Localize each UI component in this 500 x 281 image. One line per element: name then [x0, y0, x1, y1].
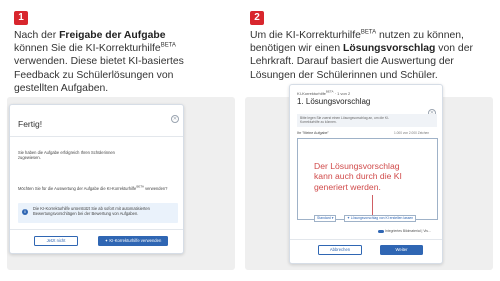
info-box: i Die KI-Korrekturhilfe unterstützt Sie …: [18, 203, 178, 223]
step-2-description: Um die KI-KorrekturhilfeBETA nutzen zu k…: [250, 29, 473, 81]
dialog-heading: 1. Lösungsvorschlag: [297, 97, 371, 106]
field-label: Ihr "Meine Aufgabe": [297, 131, 329, 135]
note-box: Bitte legen Sie zuerst einen Lösungsvors…: [297, 114, 437, 127]
toggle-icon: [378, 229, 384, 233]
divider: [10, 229, 183, 230]
ai-question: Möchten Sie für die Auswertung der Aufga…: [18, 184, 168, 191]
not-now-button[interactable]: Jetzt nicht: [34, 236, 78, 246]
step-2-badge: 2: [250, 11, 264, 25]
cancel-button[interactable]: Abbrechen: [318, 245, 362, 255]
step-1-badge: 1: [14, 11, 28, 25]
image-toggle[interactable]: Integriertes Bildmaterial | Vis...: [378, 229, 431, 234]
use-ai-button[interactable]: ✦ KI-Korrekturhilfe verwenden: [98, 236, 168, 246]
breadcrumb: KI-KorrekturhilfeBETA · 1 von 2: [297, 89, 351, 96]
generate-ai-solution-button[interactable]: ✦ Lösungsvorschlag von KI erstellen lass…: [344, 215, 417, 222]
dialog-title: Fertig!: [18, 119, 43, 129]
solution-textarea[interactable]: Der Lösungsvorschlag kann auch durch die…: [297, 138, 438, 221]
dialog-solution: KI-KorrekturhilfeBETA · 1 von 2 ✕ 1. Lös…: [289, 84, 443, 264]
divider: [290, 239, 442, 240]
ai-hint-text: Der Lösungsvorschlag kann auch durch die…: [314, 161, 402, 192]
dialog-done: Fertig! ✕ Sie haben die Aufgabe erfolgre…: [9, 104, 184, 254]
note-text: Bitte legen Sie zuerst einen Lösungsvors…: [300, 116, 390, 125]
info-icon: i: [22, 209, 28, 215]
next-button[interactable]: Weiter: [380, 245, 423, 255]
char-counter: 1.000 von 2.000 Zeichen: [394, 131, 430, 135]
close-icon[interactable]: ✕: [171, 115, 179, 123]
dialog-body-text: Sie haben die Aufgabe erfolgreich Ihren …: [18, 150, 115, 160]
info-text: Die KI-Korrekturhilfe unterstützt Sie ab…: [33, 206, 150, 216]
divider: [10, 136, 183, 137]
step-1-description: Nach der Freigabe der Aufgabe können Sie…: [14, 30, 184, 94]
format-dropdown[interactable]: Standard ▾: [314, 215, 337, 222]
